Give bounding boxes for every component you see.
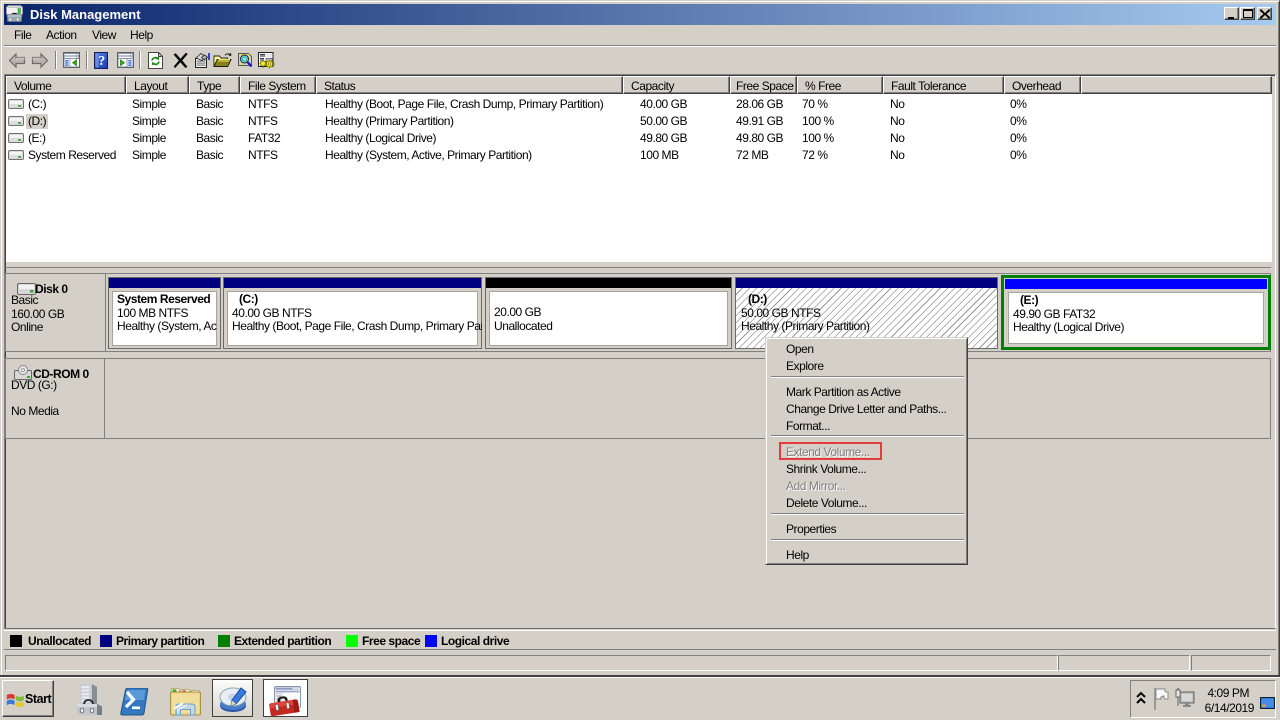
svg-text:?: ? xyxy=(98,54,105,69)
